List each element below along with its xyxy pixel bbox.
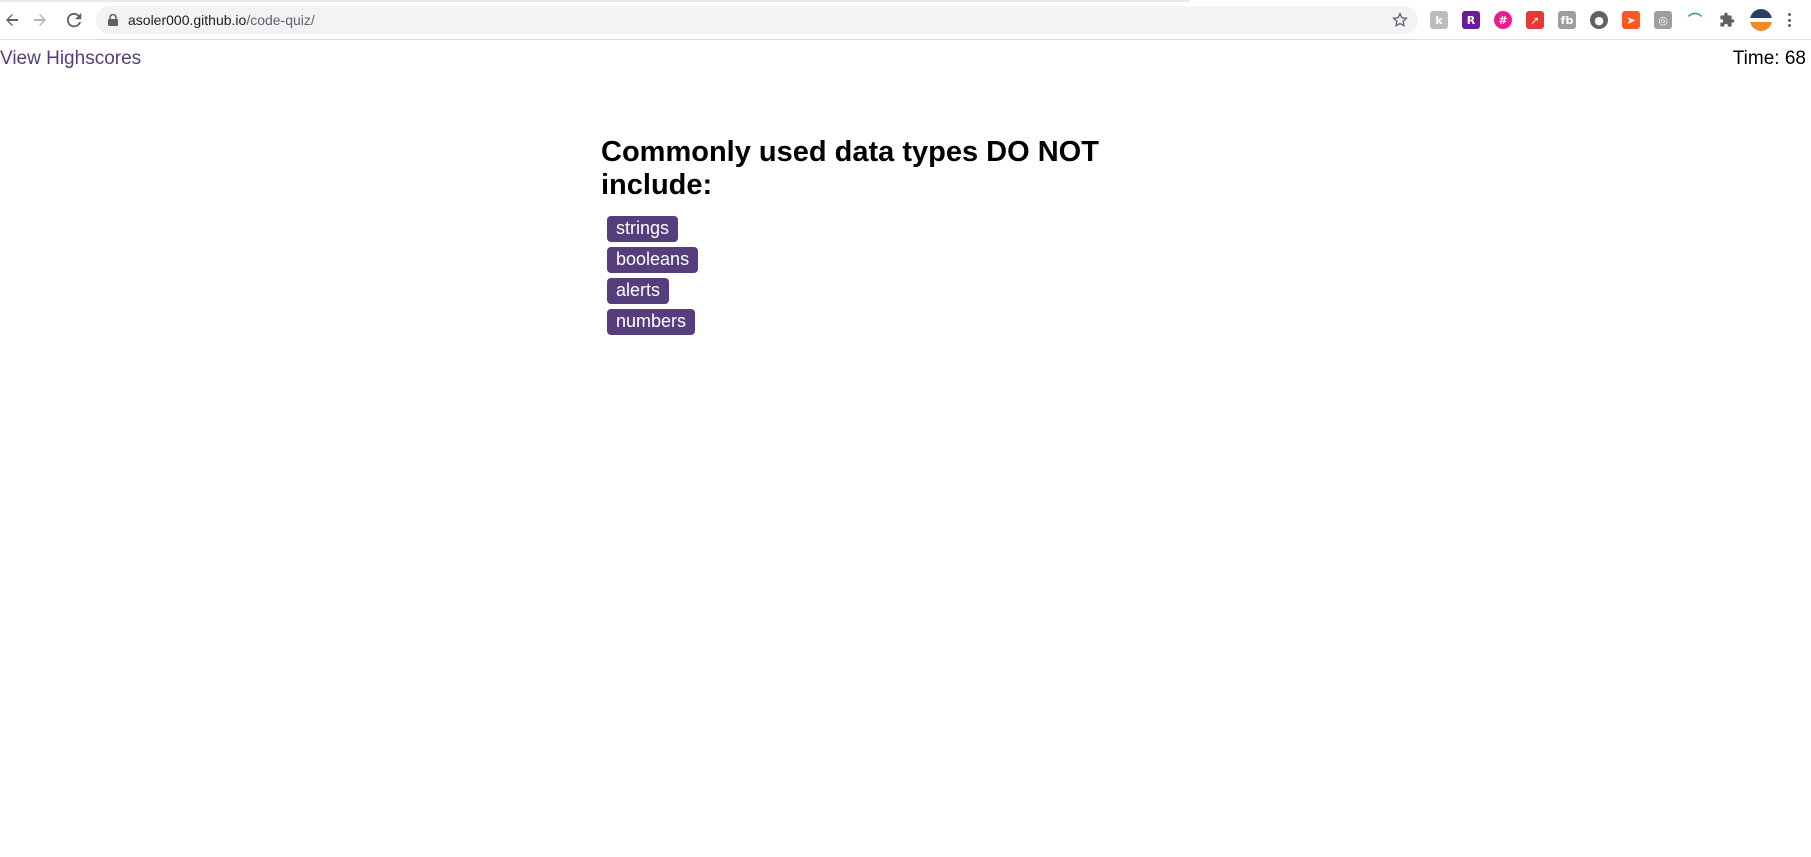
fb-extension-icon[interactable]: fb (1558, 11, 1576, 29)
browser-toolbar: asoler000.github.io/code-quiz/ k R # ➚ f… (0, 0, 1811, 40)
back-arrow-icon (6, 14, 18, 26)
hash-extension-icon[interactable]: # (1494, 11, 1512, 29)
forward-button[interactable] (28, 8, 52, 32)
answer-choice-button[interactable]: strings (607, 216, 679, 242)
browser-menu-icon[interactable] (1784, 11, 1794, 29)
question-text: Commonly used data types DO NOT include: (601, 136, 1099, 201)
quiz-timer: Time: 68 (1732, 48, 1806, 69)
quiz-container: Commonly used data types DO NOT include:… (601, 136, 1121, 340)
k-extension-icon[interactable]: k (1430, 11, 1448, 29)
rocket-extension-icon[interactable]: ➚ (1526, 11, 1544, 29)
url-path: /code-quiz/ (246, 12, 315, 28)
reload-button[interactable] (62, 8, 86, 32)
view-highscores-link[interactable]: View Highscores (0, 48, 141, 70)
lock-icon (108, 14, 118, 26)
url-host: asoler000.github.io (128, 12, 247, 28)
circle-extension-icon[interactable]: ● (1590, 11, 1608, 29)
answer-choice-button[interactable]: booleans (607, 247, 699, 273)
puzzle-extensions-icon[interactable] (1718, 11, 1736, 29)
address-bar[interactable]: asoler000.github.io/code-quiz/ (96, 6, 1418, 34)
gray-extension-icon[interactable]: ◎ (1654, 11, 1672, 29)
bookmark-star-icon[interactable] (1392, 12, 1408, 28)
reload-icon (66, 12, 82, 28)
r-extension-icon[interactable]: R (1462, 11, 1480, 29)
back-button[interactable] (0, 8, 24, 32)
rainbow-extension-icon[interactable]: ⌒ (1686, 11, 1704, 29)
profile-avatar[interactable] (1750, 9, 1772, 31)
answer-choice-button[interactable]: alerts (607, 278, 670, 304)
arrow-extension-icon[interactable]: ➤ (1622, 11, 1640, 29)
forward-arrow-icon (34, 14, 46, 26)
extensions-bar: k R # ➚ fb ● ➤ ◎ ⌒ (1430, 8, 1794, 32)
answer-choice-button[interactable]: numbers (607, 309, 696, 335)
page-loading-bar (0, 0, 1190, 2)
answer-choices: strings booleans alerts numbers (601, 216, 1121, 340)
